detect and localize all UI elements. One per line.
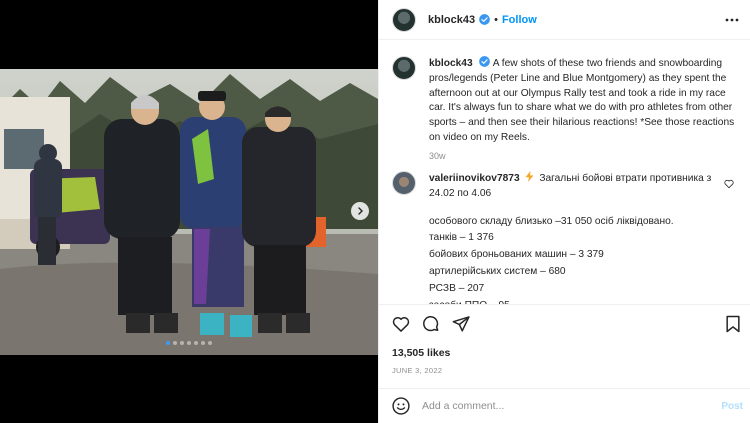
caption-text: A few shots of these two friends and sno…: [429, 58, 735, 143]
emoji-icon[interactable]: [391, 396, 411, 416]
carousel-indicator: [0, 341, 378, 345]
carousel-dot: [180, 341, 184, 345]
comment-body: особового складу близько ‒31 050 осіб лі…: [429, 214, 738, 304]
more-options-icon[interactable]: [725, 13, 739, 27]
verified-badge-icon: [479, 56, 491, 67]
carousel-dot: [173, 341, 177, 345]
comment-line: бойових броньованих машин – 3 379: [429, 249, 604, 261]
comments-section[interactable]: kblock43 A few shots of these two friend…: [379, 41, 750, 304]
post-header: kblock43 • Follow: [379, 0, 750, 40]
carousel-dot: [201, 341, 205, 345]
author-username[interactable]: kblock43: [428, 14, 475, 26]
heart-icon[interactable]: [391, 314, 411, 334]
carousel-dot: [166, 341, 170, 345]
commenter-username[interactable]: valeriinovikov7873: [429, 173, 520, 184]
comment-line: РСЗВ – 207: [429, 282, 485, 294]
comment-line: артилерійських систем – 680: [429, 265, 566, 277]
comment-input[interactable]: [422, 400, 692, 412]
post-caption: kblock43 A few shots of these two friend…: [392, 56, 738, 161]
post-photo: [0, 69, 378, 355]
comment-line: танків – 1 376: [429, 232, 494, 244]
carousel-dot: [194, 341, 198, 345]
comment-item: valeriinovikov7873 Загальні бойові втрат…: [392, 171, 738, 304]
like-comment-icon[interactable]: [724, 179, 734, 189]
post-date[interactable]: JUNE 3, 2022: [392, 366, 442, 375]
caption-username[interactable]: kblock43: [429, 58, 473, 69]
chevron-right-icon: [358, 207, 363, 215]
comment-icon[interactable]: [421, 314, 441, 334]
carousel-dot: [208, 341, 212, 345]
lightning-emoji-icon: [525, 171, 534, 182]
likes-count[interactable]: 13,505 likes: [392, 347, 450, 359]
verified-badge-icon: [479, 14, 490, 25]
caption-age[interactable]: 30w: [429, 151, 738, 161]
header-separator: •: [494, 13, 498, 26]
follow-button[interactable]: Follow: [502, 14, 537, 26]
add-comment-bar: Post: [379, 388, 750, 423]
caption-avatar[interactable]: [392, 56, 416, 80]
commenter-avatar[interactable]: [392, 171, 416, 195]
comment-line: особового складу близько ‒31 050 осіб лі…: [429, 215, 674, 227]
bookmark-icon[interactable]: [723, 314, 743, 334]
post-actions: 13,505 likes JUNE 3, 2022: [379, 304, 750, 375]
share-icon[interactable]: [451, 314, 471, 334]
next-slide-button[interactable]: [351, 202, 369, 220]
post-media: [0, 0, 378, 423]
carousel-dot: [187, 341, 191, 345]
author-avatar[interactable]: [392, 7, 416, 32]
post-comment-button[interactable]: Post: [721, 401, 743, 412]
post-sidebar: kblock43 • Follow kblock43 A few shots o…: [378, 0, 750, 423]
